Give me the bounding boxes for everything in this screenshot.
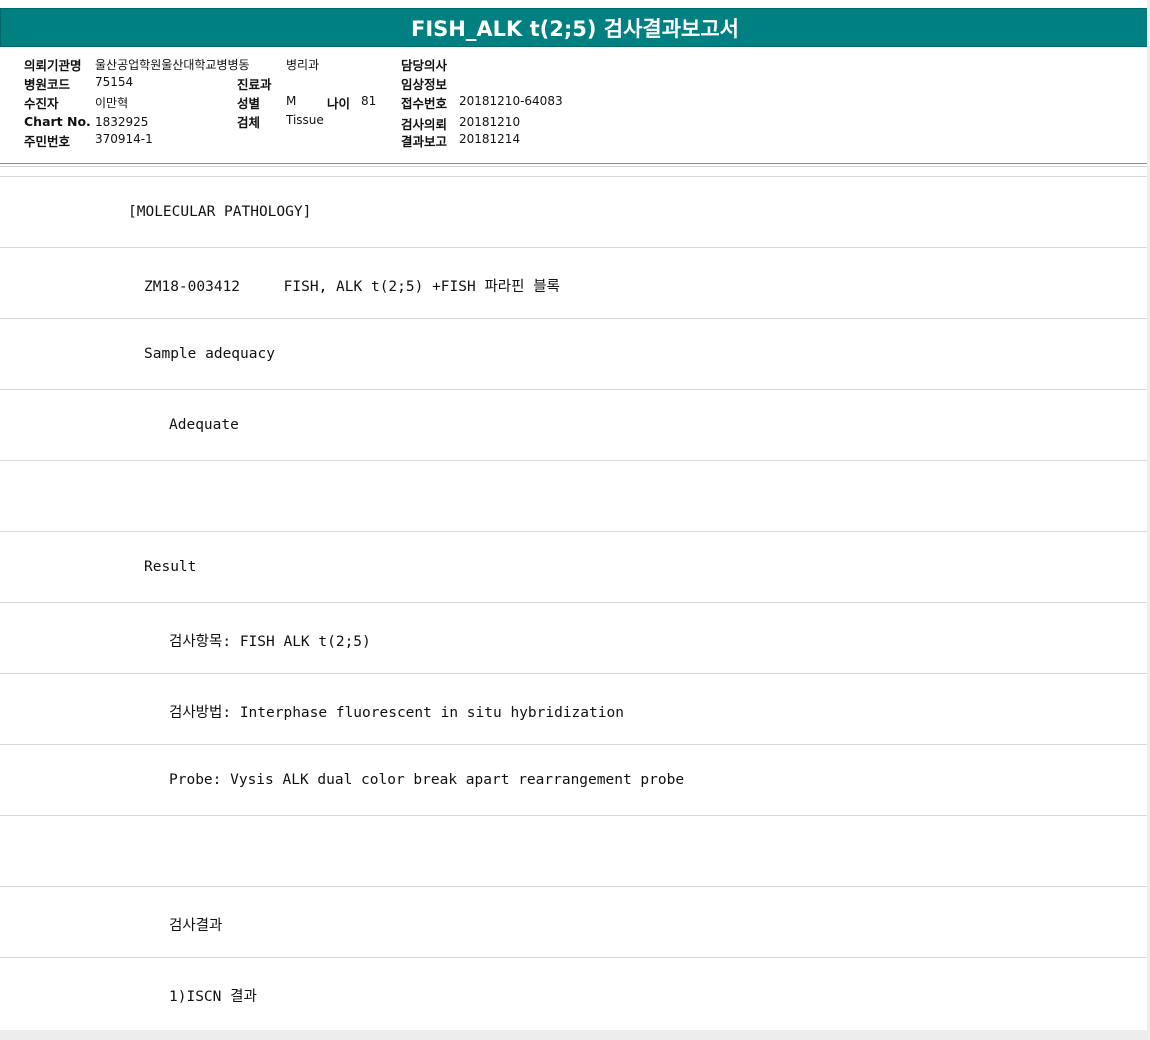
clinical-info-label: 임상정보 bbox=[401, 77, 448, 92]
test-result-heading: 검사결과 bbox=[169, 918, 223, 934]
receipt-no-value: 20181210-64083 bbox=[459, 94, 563, 108]
sample-adequacy-heading: Sample adequacy bbox=[144, 346, 275, 362]
chart-no-value: 1832925 bbox=[95, 115, 149, 129]
resident-no-value: 370914-1 bbox=[95, 132, 153, 146]
age-label: 나이 bbox=[327, 96, 351, 111]
referring-institution-label: 의뢰기관명 bbox=[24, 58, 82, 73]
section-heading: [MOLECULAR PATHOLOGY] bbox=[128, 204, 312, 220]
report-line: 1)ISCN 결과 bbox=[0, 957, 1150, 1028]
report-date-value: 20181214 bbox=[459, 132, 521, 146]
probe: Probe: Vysis ALK dual color break apart … bbox=[169, 772, 685, 788]
specimen-label: 검체 bbox=[237, 115, 261, 130]
receipt-no-label: 접수번호 bbox=[401, 96, 448, 111]
patient-label: 수진자 bbox=[24, 96, 59, 111]
iscn-result-heading: 1)ISCN 결과 bbox=[169, 989, 257, 1005]
hospital-code-label: 병원코드 bbox=[24, 77, 71, 92]
sex-label: 성별 bbox=[237, 96, 261, 111]
report-line: Sample adequacy bbox=[0, 318, 1150, 389]
specimen-value: Tissue bbox=[286, 113, 324, 127]
report-line: 검사방법: Interphase fluorescent in situ hyb… bbox=[0, 673, 1150, 744]
report-title: FISH_ALK t(2;5) 검사결과보고서 bbox=[411, 16, 739, 41]
report-title-bar: FISH_ALK t(2;5) 검사결과보고서 bbox=[0, 8, 1150, 47]
header-divider bbox=[0, 163, 1150, 164]
sex-value: M bbox=[286, 94, 297, 108]
report-body: [MOLECULAR PATHOLOGY] ZM18-003412 FISH, … bbox=[0, 176, 1150, 1028]
report-line bbox=[0, 815, 1150, 886]
report-line: ZM18-003412 FISH, ALK t(2;5) +FISH 파라핀 블… bbox=[0, 247, 1150, 318]
request-date-value: 20181210 bbox=[459, 115, 521, 129]
sample-adequacy-value: Adequate bbox=[169, 417, 239, 433]
report-line: 검사항목: FISH ALK t(2;5) bbox=[0, 602, 1150, 673]
attending-physician-label: 담당의사 bbox=[401, 58, 448, 73]
horizontal-scrollbar-track[interactable] bbox=[0, 1030, 1150, 1040]
hospital-code-value: 75154 bbox=[95, 75, 134, 89]
result-heading: Result bbox=[144, 559, 197, 575]
chart-no-label: Chart No. bbox=[24, 114, 91, 129]
report-line: Result bbox=[0, 531, 1150, 602]
patient-value: 이만혁 bbox=[95, 96, 129, 110]
resident-no-label: 주민번호 bbox=[24, 134, 71, 149]
test-item: 검사항목: FISH ALK t(2;5) bbox=[169, 634, 371, 650]
report-line: [MOLECULAR PATHOLOGY] bbox=[0, 176, 1150, 247]
age-value: 81 bbox=[361, 94, 377, 108]
report-date-label: 결과보고 bbox=[401, 134, 448, 149]
report-line: Adequate bbox=[0, 389, 1150, 460]
header-divider-shadow bbox=[0, 166, 1150, 167]
report-line: 검사결과 bbox=[0, 886, 1150, 957]
report-header: 의뢰기관명 울산공업학원울산대학교병병동 병리과 담당의사 병원코드 75154… bbox=[0, 48, 1150, 164]
clinic-label: 진료과 bbox=[237, 77, 272, 92]
case-line: ZM18-003412 FISH, ALK t(2;5) +FISH 파라핀 블… bbox=[144, 279, 560, 295]
referring-institution-value: 울산공업학원울산대학교병병동 bbox=[95, 58, 250, 72]
test-method: 검사방법: Interphase fluorescent in situ hyb… bbox=[169, 705, 624, 721]
report-line bbox=[0, 460, 1150, 531]
report-line: Probe: Vysis ALK dual color break apart … bbox=[0, 744, 1150, 815]
department-value: 병리과 bbox=[286, 58, 320, 72]
